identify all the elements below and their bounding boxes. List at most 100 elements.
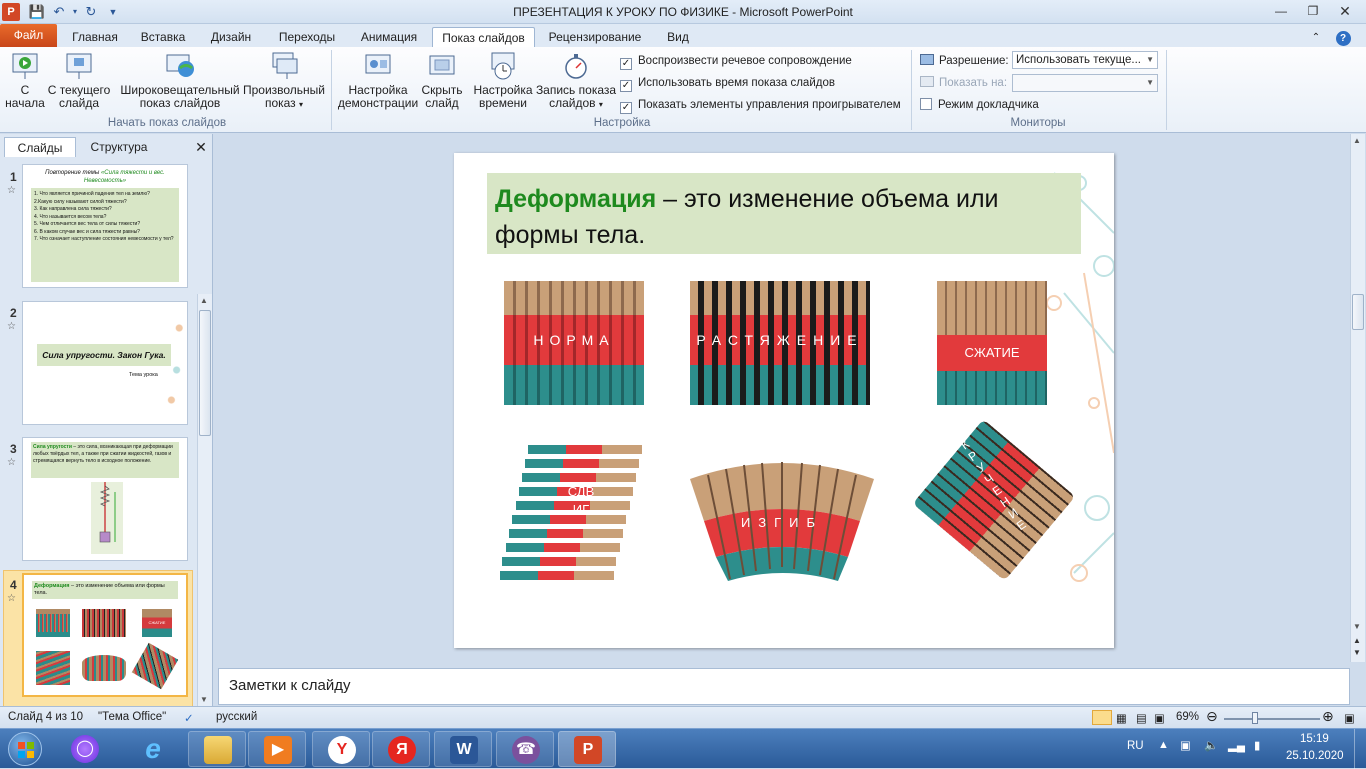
fit-to-window-icon[interactable]: ▣ — [1344, 711, 1355, 725]
zoom-slider-thumb[interactable] — [1252, 712, 1258, 724]
slide-sorter-icon[interactable]: ▦ — [1116, 711, 1127, 725]
tab-outline[interactable]: Структура — [78, 137, 160, 157]
yandex-browser-button[interactable]: Y — [312, 731, 370, 767]
start-button[interactable] — [8, 732, 42, 766]
slides-pane: Слайды Структура ✕ 1 ☆ Повторение темы «… — [0, 134, 213, 707]
minimize-button[interactable]: — — [1268, 2, 1294, 20]
deformation-compression-image: СЖАТИЕ — [937, 281, 1047, 405]
animation-star-icon: ☆ — [7, 457, 16, 468]
show-media-controls-checkbox[interactable]: ✓ Показать элементы управления проигрыват… — [620, 98, 901, 114]
previous-slide-icon[interactable]: ▲ — [1353, 636, 1361, 645]
help-icon[interactable]: ? — [1330, 27, 1356, 48]
tab-transitions[interactable]: Переходы — [268, 27, 346, 48]
checkmark-icon[interactable]: ✓ — [620, 102, 632, 114]
zoom-out-icon[interactable]: ⊖ — [1206, 708, 1218, 725]
tab-review[interactable]: Рецензирование — [540, 27, 650, 48]
custom-show-button[interactable]: Произвольный показ ▾ — [242, 51, 326, 111]
theme-name[interactable]: "Тема Office" — [98, 711, 166, 723]
tab-slides[interactable]: Слайды — [4, 137, 76, 157]
word-button[interactable]: W — [434, 731, 492, 767]
tab-view[interactable]: Вид — [655, 27, 701, 48]
close-button[interactable]: ✕ — [1332, 2, 1358, 20]
scroll-down-icon[interactable]: ▼ — [200, 695, 208, 704]
show-hidden-icons[interactable]: ▲ — [1158, 739, 1169, 751]
checkmark-icon[interactable]: ✓ — [620, 80, 632, 92]
network-signal-icon[interactable]: ▂▄ — [1228, 738, 1245, 752]
media-player-button[interactable]: ▶ — [248, 731, 306, 767]
checkbox-empty-icon[interactable] — [920, 98, 932, 110]
zoom-in-icon[interactable]: ⊕ — [1322, 708, 1334, 725]
current-slide[interactable]: Деформация – это изменение объема или фо… — [454, 153, 1114, 648]
file-explorer-button[interactable] — [188, 731, 246, 767]
slideshow-start-icon — [10, 51, 40, 81]
hide-slide-icon — [427, 51, 457, 81]
viber-button[interactable]: ☎ — [496, 731, 554, 767]
input-language[interactable]: RU — [1127, 740, 1144, 752]
powerpoint-taskbar-button[interactable]: P — [558, 731, 616, 767]
from-current-slide-button[interactable]: С текущего слайда — [46, 51, 112, 110]
tab-home[interactable]: Главная — [62, 27, 128, 48]
play-narrations-checkbox[interactable]: ✓ Воспроизвести речевое сопровождение — [620, 54, 852, 70]
slide-thumbnail-3[interactable]: Сила упругости – это сила, возникающая п… — [22, 437, 188, 561]
language-indicator[interactable]: русский — [216, 711, 257, 723]
zoom-level[interactable]: 69% — [1176, 711, 1199, 723]
clock-time[interactable]: 15:19 — [1300, 733, 1329, 745]
usb-icon[interactable]: ▣ — [1180, 738, 1191, 752]
minimize-ribbon-icon[interactable]: ⌃ — [1306, 27, 1326, 48]
tab-animation[interactable]: Анимация — [350, 27, 428, 48]
normal-view-icon[interactable] — [1092, 710, 1112, 725]
scroll-up-icon[interactable]: ▲ — [1353, 136, 1361, 145]
animation-star-icon: ☆ — [7, 321, 16, 332]
rehearse-timings-button[interactable]: Настройка времени — [470, 51, 536, 110]
spring-diagram-image — [91, 482, 123, 554]
next-slide-icon[interactable]: ▼ — [1353, 648, 1361, 657]
scroll-up-icon[interactable]: ▲ — [200, 296, 208, 305]
slide-thumbnail-1[interactable]: Повторение темы «Сила тяжести и вес. Нев… — [22, 164, 188, 288]
restore-button[interactable]: ❐ — [1300, 2, 1326, 20]
show-on-select[interactable]: ▼ — [1012, 74, 1158, 92]
record-slideshow-button[interactable]: Запись показа слайдов ▾ — [534, 51, 618, 111]
deformation-thumb-image — [36, 609, 70, 637]
folder-icon — [204, 736, 232, 764]
from-beginning-button[interactable]: С начала — [4, 51, 46, 110]
scrollbar-thumb[interactable] — [1352, 294, 1364, 330]
spellcheck-icon[interactable]: ✓ — [184, 711, 194, 725]
checkmark-icon[interactable]: ✓ — [620, 58, 632, 70]
animation-star-icon: ☆ — [7, 593, 16, 604]
use-timings-checkbox[interactable]: ✓ Использовать время показа слайдов — [620, 76, 835, 92]
setup-slideshow-button[interactable]: Настройка демонстрации — [336, 51, 420, 110]
slide-notes-field[interactable]: Заметки к слайду — [218, 668, 1350, 705]
deformation-shear-image: СДВИГ — [500, 443, 645, 583]
tab-slideshow[interactable]: Показ слайдов — [432, 27, 535, 48]
slideshow-view-icon[interactable]: ▣ — [1154, 711, 1165, 725]
close-pane-icon[interactable]: ✕ — [192, 137, 210, 157]
slide-thumbnail-4[interactable]: Деформация – это изменение объема или фо… — [22, 573, 188, 697]
tab-design[interactable]: Дизайн — [198, 27, 264, 48]
tab-file[interactable]: Файл — [0, 24, 57, 47]
scrollbar-thumb[interactable] — [199, 310, 211, 436]
yandex-button[interactable]: Я — [372, 731, 430, 767]
clock-date[interactable]: 25.10.2020 — [1286, 750, 1344, 762]
rehearse-timing-icon — [488, 51, 518, 81]
broadcast-slideshow-button[interactable]: Широковещательный показ слайдов — [118, 51, 242, 110]
hide-slide-button[interactable]: Скрыть слайд — [420, 51, 464, 110]
resolution-select[interactable]: Использовать текуще... ▼ — [1012, 51, 1158, 69]
scroll-down-icon[interactable]: ▼ — [1353, 622, 1361, 631]
viber-icon: ☎ — [512, 736, 540, 764]
show-desktop-button[interactable] — [1354, 729, 1366, 769]
windows-taskbar: ◯ e ▶ Y Я W ☎ P RU ▲ ▣ 🔈 ▂▄ ▮ 15:19 25.1… — [0, 728, 1366, 769]
editor-scrollbar[interactable]: ▲ ▼ ▲ ▼ — [1350, 134, 1365, 662]
reading-view-icon[interactable]: ▤ — [1136, 711, 1147, 725]
volume-icon[interactable]: 🔈 — [1204, 738, 1218, 752]
presenter-view-checkbox[interactable]: Режим докладчика — [920, 98, 1039, 114]
battery-icon[interactable]: ▮ — [1254, 738, 1260, 752]
tab-insert[interactable]: Вставка — [130, 27, 196, 48]
zoom-slider[interactable] — [1224, 718, 1320, 720]
show-on-label: Показать на: — [920, 76, 1007, 92]
slide-heading[interactable]: Деформация – это изменение объема или фо… — [487, 173, 1081, 254]
window-title: ПРЕЗЕНТАЦИЯ К УРОКУ ПО ФИЗИКЕ - Microsof… — [513, 5, 853, 19]
internet-explorer-button[interactable]: e — [124, 731, 182, 767]
alice-assistant-button[interactable]: ◯ — [56, 731, 114, 767]
slide-thumbnail-2[interactable]: Сила упругости. Закон Гука. Тема урока — [22, 301, 188, 425]
thumbnails-scrollbar[interactable]: ▲ ▼ — [197, 294, 212, 706]
